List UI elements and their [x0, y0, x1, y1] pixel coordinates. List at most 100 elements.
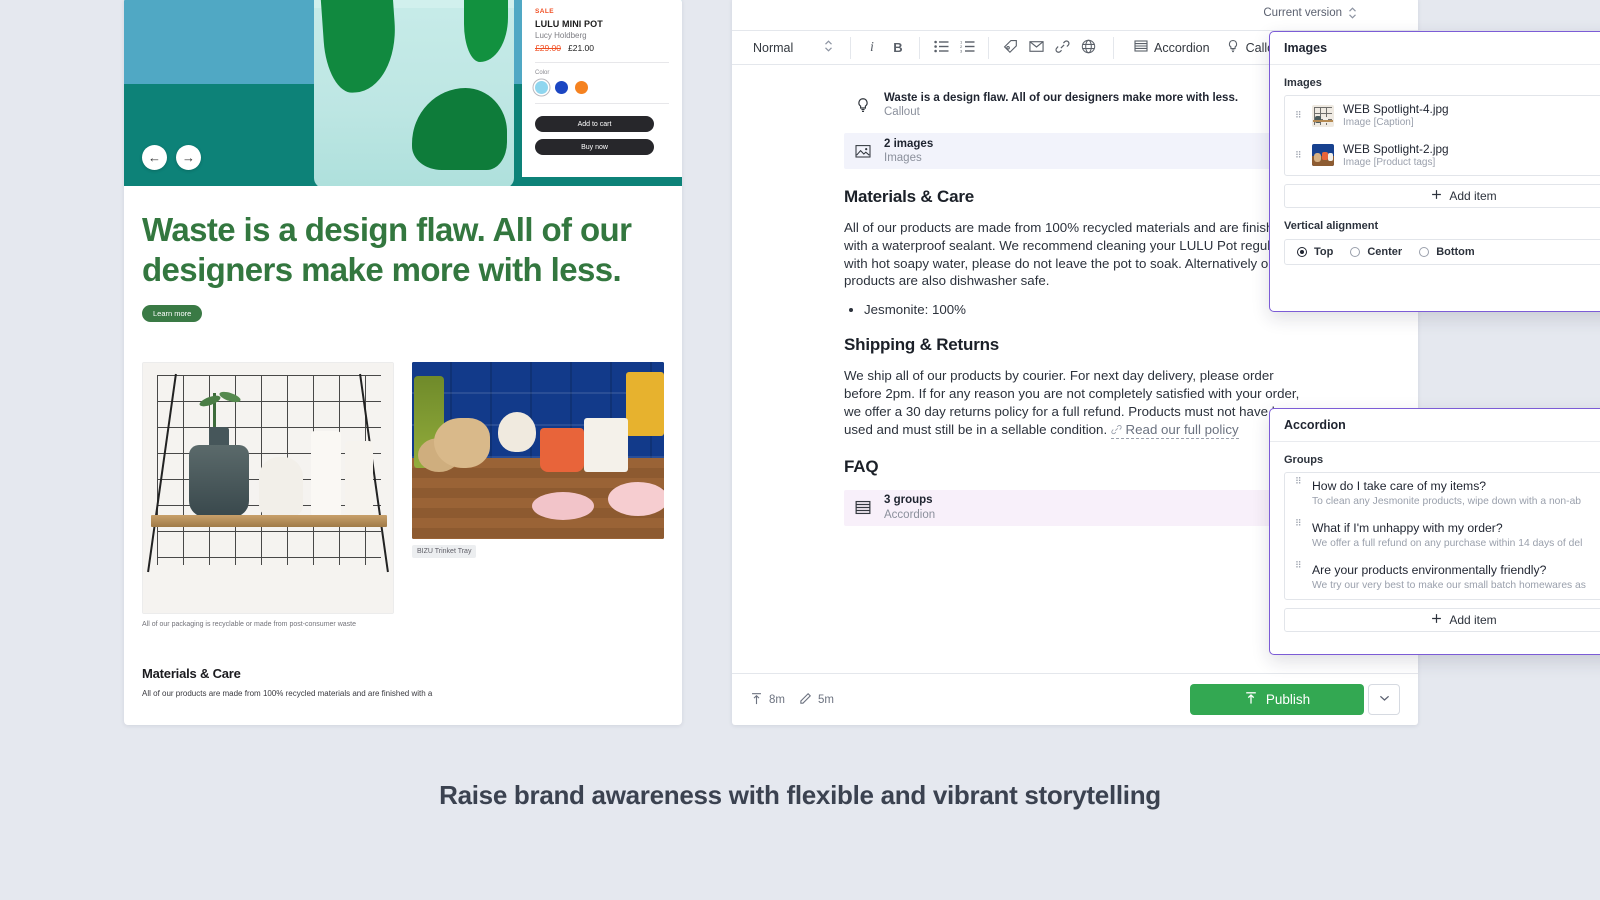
- vertical-alignment-label: Vertical alignment: [1284, 220, 1379, 233]
- list-item[interactable]: ⠿ WEB Spotlight-4.jpg Image [Caption]: [1285, 96, 1600, 136]
- hero-carousel-nav: ← →: [142, 145, 201, 170]
- lightbulb-icon: [1226, 39, 1240, 56]
- link-icon: [1055, 39, 1070, 57]
- policy-link-label: Read our full policy: [1125, 421, 1239, 437]
- read-time-stat: 8m: [750, 692, 785, 708]
- section-heading-shipping: Shipping & Returns: [844, 335, 1000, 355]
- hero-image: ← → SALE LULU MINI POT Lucy Holdberg £29…: [124, 0, 682, 186]
- version-selector[interactable]: Current version: [1263, 6, 1357, 20]
- block-images-texts: 2 images Images: [884, 137, 933, 166]
- chevron-updown-icon: [824, 39, 833, 56]
- tag-button[interactable]: [997, 35, 1023, 61]
- trinket-illustration: [412, 362, 664, 540]
- list-item[interactable]: ⠿ What if I'm unhappy with my order? We …: [1285, 515, 1600, 557]
- shelf-illustration: [143, 363, 393, 614]
- list-item[interactable]: ⠿ Are your products environmentally frie…: [1285, 557, 1600, 599]
- list-item[interactable]: ⠿ How do I take care of my items? To cle…: [1285, 473, 1600, 515]
- text-style-value: Normal: [753, 40, 794, 55]
- image-file-meta: Image [Caption]: [1343, 117, 1414, 129]
- accordion-settings-panel: Accordion Groups ⠿ How do I take care of…: [1269, 408, 1600, 655]
- accordion-answer: We offer a full refund on any purchase w…: [1312, 538, 1583, 550]
- white-vase: [259, 457, 303, 518]
- radio-top[interactable]: [1297, 247, 1307, 258]
- email-button[interactable]: [1023, 35, 1049, 61]
- product-title: LULU MINI POT: [535, 19, 603, 29]
- italic-button[interactable]: i: [859, 35, 885, 61]
- white-cup: [584, 418, 628, 473]
- accordion-answer: We try our very best to make our small b…: [1312, 580, 1586, 592]
- swatch-light-blue[interactable]: [535, 81, 548, 94]
- product-prices: £29.00 £21.00: [535, 43, 669, 53]
- price-sale: £21.00: [568, 43, 594, 53]
- block-subtitle: Callout: [884, 106, 920, 118]
- product-info-panel: SALE LULU MINI POT Lucy Holdberg £29.00 …: [522, 0, 682, 177]
- bold-button[interactable]: B: [885, 35, 911, 61]
- tag-icon: [1003, 39, 1018, 57]
- tall-vase-2: [345, 441, 373, 518]
- block-subtitle: Images: [884, 152, 922, 164]
- image-thumbnail: [1312, 144, 1334, 167]
- policy-link[interactable]: Read our full policy: [1110, 421, 1239, 439]
- carousel-prev-icon[interactable]: ←: [142, 145, 167, 170]
- preview-image-shelf: [142, 362, 394, 615]
- radio-bottom[interactable]: [1419, 247, 1430, 258]
- swatch-blue[interactable]: [555, 81, 568, 94]
- product-cta-group: Add to cart Buy now: [535, 116, 669, 155]
- numbered-list-icon: 1 2 3: [960, 39, 975, 56]
- section-body-materials: All of our products are made from 100% r…: [844, 220, 1292, 289]
- block-title: Waste is a design flaw. All of our desig…: [884, 91, 1239, 104]
- buy-now-button[interactable]: Buy now: [535, 139, 654, 155]
- text-style-select[interactable]: Normal: [744, 39, 842, 56]
- drag-handle-icon[interactable]: ⠿: [1295, 561, 1303, 570]
- toolbar-divider-3: [988, 36, 989, 59]
- block-callout-texts: Waste is a design flaw. All of our desig…: [884, 91, 1238, 120]
- radio-center[interactable]: [1350, 247, 1361, 258]
- publish-button[interactable]: Publish: [1190, 684, 1364, 715]
- numbered-list-button[interactable]: 1 2 3: [954, 35, 980, 61]
- add-to-cart-button[interactable]: Add to cart: [535, 116, 654, 132]
- preview-caption-left: All of our packaging is recyclable or ma…: [142, 621, 356, 629]
- color-swatches: [535, 81, 669, 94]
- insert-accordion-button[interactable]: Accordion: [1126, 35, 1218, 61]
- images-section-label: Images: [1284, 77, 1322, 89]
- drag-handle-icon[interactable]: ⠿: [1295, 150, 1303, 159]
- editor-top-bar: Current version: [732, 0, 1418, 30]
- radio-center-label: Center: [1367, 246, 1403, 259]
- insert-accordion-label: Accordion: [1154, 40, 1210, 55]
- image-file-name: WEB Spotlight-4.jpg: [1343, 102, 1449, 116]
- list-item[interactable]: ⠿ WEB Spotlight-2.jpg Image [Product tag…: [1285, 136, 1600, 176]
- glass-jar: [189, 445, 249, 518]
- chevron-updown-icon: [1348, 6, 1357, 20]
- images-list: ⠿ WEB Spotlight-4.jpg Image [Caption] ⠿: [1284, 95, 1600, 177]
- learn-more-button[interactable]: Learn more: [142, 305, 203, 323]
- accordion-icon: [854, 499, 872, 517]
- screenshot-root: ← → SALE LULU MINI POT Lucy Holdberg £29…: [0, 0, 1600, 900]
- radio-bottom-label: Bottom: [1436, 246, 1475, 259]
- drag-handle-icon[interactable]: ⠿: [1295, 519, 1303, 528]
- link-icon: [1111, 422, 1126, 437]
- drag-handle-icon[interactable]: ⠿: [1295, 477, 1303, 486]
- accordion-add-item-label: Add item: [1449, 613, 1497, 628]
- bullet-list-icon: [933, 40, 949, 56]
- ginger-1: [434, 418, 490, 469]
- link-button[interactable]: [1049, 35, 1075, 61]
- publish-options-button[interactable]: [1368, 684, 1400, 715]
- toolbar-divider-2: [919, 36, 920, 59]
- accordion-add-item-button[interactable]: Add item: [1284, 608, 1600, 633]
- block-title: 2 images: [884, 137, 934, 150]
- divider: [535, 62, 669, 63]
- svg-text:3: 3: [960, 48, 963, 53]
- pot-green-blob-2: [412, 88, 507, 170]
- globe-icon: [1081, 39, 1096, 57]
- images-add-item-button[interactable]: Add item: [1284, 184, 1600, 209]
- accordion-icon: [1134, 39, 1148, 56]
- pot-green-blob-3: [464, 0, 508, 62]
- bullet-list-button[interactable]: [928, 35, 954, 61]
- globe-button[interactable]: [1075, 35, 1101, 61]
- image-icon: [854, 142, 872, 160]
- carousel-next-icon[interactable]: →: [176, 145, 201, 170]
- images-add-item-label: Add item: [1449, 189, 1497, 204]
- drag-handle-icon[interactable]: ⠿: [1295, 111, 1303, 120]
- image-file-meta: Image [Product tags]: [1343, 156, 1436, 168]
- swatch-orange[interactable]: [575, 81, 588, 94]
